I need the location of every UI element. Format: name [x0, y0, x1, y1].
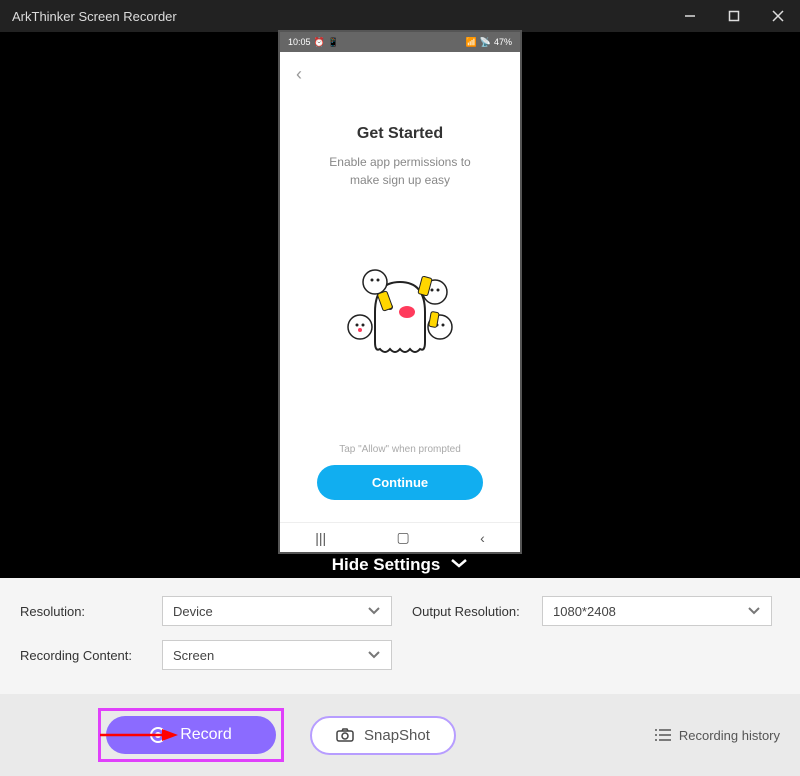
phone-nav: ||| ▢ ‹: [280, 522, 520, 552]
phone-icon: 📱: [328, 37, 339, 48]
camera-icon: [336, 728, 354, 742]
history-label: Recording history: [679, 728, 780, 743]
snapshot-button[interactable]: SnapShot: [310, 716, 456, 755]
continue-button: Continue: [317, 465, 483, 500]
back-icon: ‹: [296, 64, 504, 85]
battery-text: 47%: [494, 37, 512, 47]
settings-row-2: Recording Content: Screen: [20, 640, 780, 670]
phone-time: 10:05: [288, 37, 311, 47]
action-bar: Record SnapShot Recording history: [0, 694, 800, 776]
snapshot-label: SnapShot: [364, 727, 430, 744]
list-icon: [655, 728, 671, 742]
settings-row-1: Resolution: Device Output Resolution: 10…: [20, 596, 780, 626]
output-resolution-group: Output Resolution: 1080*2408: [412, 596, 772, 626]
chevron-down-icon: [450, 556, 468, 574]
titlebar-title: ArkThinker Screen Recorder: [12, 9, 177, 24]
phone-hint: Tap "Allow" when prompted: [296, 444, 504, 455]
phone-preview: 10:05 ⏰ 📱 📶 📡 47% ‹ Get Started Enable a…: [280, 32, 520, 552]
arrow-annotation-icon: [100, 727, 180, 743]
alarm-icon: ⏰: [314, 37, 325, 48]
minimize-button[interactable]: [668, 0, 712, 32]
resolution-value: Device: [173, 604, 213, 619]
chevron-down-icon: [367, 648, 381, 663]
wifi-icon: 📶: [466, 37, 477, 48]
resolution-label: Resolution:: [20, 604, 152, 619]
ghost-illustration: [296, 199, 504, 444]
resolution-group: Resolution: Device: [20, 596, 392, 626]
phone-content: ‹ Get Started Enable app permissions to …: [280, 52, 520, 522]
phone-subtitle: Enable app permissions to make sign up e…: [296, 153, 504, 189]
app-window: ArkThinker Screen Recorder 10:05 ⏰ 📱: [0, 0, 800, 776]
recording-content-label: Recording Content:: [20, 648, 152, 663]
status-left: 10:05 ⏰ 📱: [288, 37, 339, 48]
recording-content-group: Recording Content: Screen: [20, 640, 392, 670]
phone-statusbar: 10:05 ⏰ 📱 📶 📡 47%: [280, 32, 520, 52]
signal-icon: 📡: [480, 37, 491, 48]
status-right: 📶 📡 47%: [466, 37, 512, 48]
output-resolution-value: 1080*2408: [553, 604, 616, 619]
recent-apps-icon: |||: [315, 530, 326, 546]
close-button[interactable]: [756, 0, 800, 32]
resolution-select[interactable]: Device: [162, 596, 392, 626]
preview-area: 10:05 ⏰ 📱 📶 📡 47% ‹ Get Started Enable a…: [0, 32, 800, 552]
hide-settings-toggle[interactable]: Hide Settings: [0, 552, 800, 578]
titlebar: ArkThinker Screen Recorder: [0, 0, 800, 32]
phone-title: Get Started: [296, 125, 504, 143]
window-controls: [668, 0, 800, 32]
recording-content-value: Screen: [173, 648, 214, 663]
recording-history-link[interactable]: Recording history: [655, 728, 780, 743]
output-resolution-label: Output Resolution:: [412, 604, 532, 619]
chevron-down-icon: [747, 604, 761, 619]
back-nav-icon: ‹: [480, 530, 485, 546]
output-resolution-select[interactable]: 1080*2408: [542, 596, 772, 626]
record-label: Record: [180, 726, 232, 744]
maximize-button[interactable]: [712, 0, 756, 32]
hide-settings-label: Hide Settings: [332, 555, 441, 575]
settings-panel: Resolution: Device Output Resolution: 10…: [0, 578, 800, 694]
chevron-down-icon: [367, 604, 381, 619]
recording-content-select[interactable]: Screen: [162, 640, 392, 670]
home-icon: ▢: [397, 529, 410, 546]
